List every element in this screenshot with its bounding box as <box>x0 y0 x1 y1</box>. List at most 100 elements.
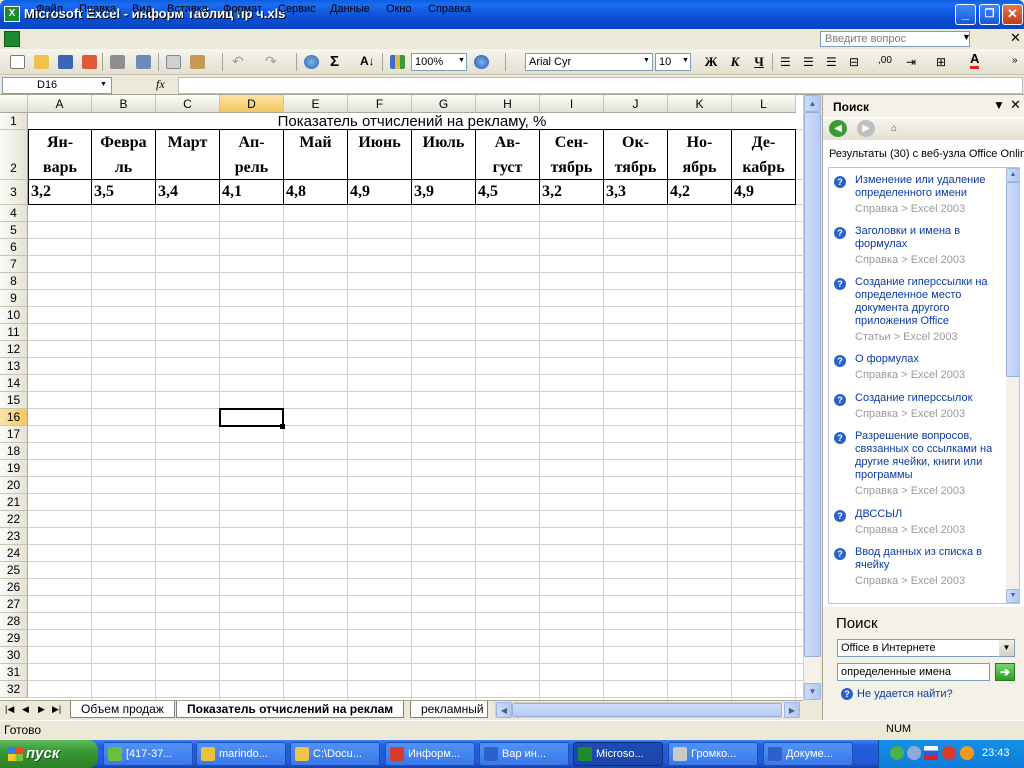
scroll-right-icon[interactable]: ▶ <box>784 702 800 718</box>
result-title[interactable]: Изменение или удаление определенного име… <box>855 174 1005 200</box>
select-all-corner[interactable] <box>0 95 28 113</box>
pane-menu-icon[interactable]: ▼ <box>993 98 1005 112</box>
search-go-button[interactable]: ➔ <box>995 663 1015 681</box>
font-dropdown-icon[interactable]: ▼ <box>643 57 650 64</box>
results-scroll-up-icon[interactable]: ▲ <box>1006 168 1019 182</box>
result-title[interactable]: ДВССЫЛ <box>855 508 1005 521</box>
prev-sheet-icon[interactable]: ◀ <box>22 704 29 715</box>
scroll-thumb[interactable] <box>804 112 821 657</box>
fill-handle[interactable] <box>280 424 285 429</box>
underline-button[interactable]: Ч <box>750 54 768 70</box>
column-header-h[interactable]: H <box>476 95 540 113</box>
tray-antivirus-icon[interactable] <box>942 746 956 760</box>
row-header-13[interactable]: 13 <box>0 358 28 375</box>
tray-language-icon[interactable] <box>907 746 921 760</box>
row-header-3[interactable]: 3 <box>0 180 28 205</box>
scroll-down-icon[interactable]: ▼ <box>804 683 821 700</box>
row-header-29[interactable]: 29 <box>0 630 28 647</box>
row-header-23[interactable]: 23 <box>0 528 28 545</box>
column-header-d[interactable]: D <box>220 95 284 113</box>
scroll-up-icon[interactable]: ▲ <box>804 95 821 112</box>
menu-item-8[interactable]: Окно <box>383 2 415 16</box>
spreadsheet-grid[interactable]: A B C D E F G H I J K L 1 2 3 4 5 6 7 8 9 10 11 12 13 14 15 16 17 18 1… <box>0 95 803 700</box>
row-header-11[interactable]: 11 <box>0 324 28 341</box>
horizontal-scrollbar[interactable]: ◀ ▶ <box>495 702 800 718</box>
row-header-24[interactable]: 24 <box>0 545 28 562</box>
row-header-8[interactable]: 8 <box>0 273 28 290</box>
row-header-15[interactable]: 15 <box>0 392 28 409</box>
row-header-19[interactable]: 19 <box>0 460 28 477</box>
row-header-22[interactable]: 22 <box>0 511 28 528</box>
column-header-j[interactable]: J <box>604 95 668 113</box>
taskbar-item[interactable]: [417-37... <box>103 742 193 766</box>
tray-arrows-icon[interactable] <box>890 746 904 760</box>
row-header-27[interactable]: 27 <box>0 596 28 613</box>
row-header-1[interactable]: 1 <box>0 113 28 130</box>
row-header-5[interactable]: 5 <box>0 222 28 239</box>
results-scroll-thumb[interactable] <box>1006 182 1019 377</box>
workbook-icon[interactable] <box>4 31 20 47</box>
result-title[interactable]: Заголовки и имена в формулах <box>855 225 1005 251</box>
row-header-14[interactable]: 14 <box>0 375 28 392</box>
taskbar-item[interactable]: C:\Docu... <box>290 742 380 766</box>
align-left-icon[interactable]: ☰ <box>780 55 791 69</box>
row-header-2[interactable]: 2 <box>0 130 28 180</box>
permission-icon[interactable] <box>82 55 97 69</box>
search-scope-select[interactable]: Office в Интернете <box>837 639 1015 657</box>
italic-button[interactable]: К <box>726 54 744 70</box>
next-sheet-icon[interactable]: ▶ <box>38 704 45 715</box>
home-icon[interactable]: ⌂ <box>885 120 903 137</box>
tray-flag-icon[interactable] <box>924 746 938 760</box>
name-box-dropdown-icon[interactable]: ▼ <box>100 81 107 88</box>
row-header-12[interactable]: 12 <box>0 341 28 358</box>
save-icon[interactable] <box>58 55 73 69</box>
column-header-e[interactable]: E <box>284 95 348 113</box>
close-button[interactable]: ✕ <box>1002 4 1023 25</box>
taskbar-item[interactable]: Microso... <box>573 742 663 766</box>
column-header-f[interactable]: F <box>348 95 412 113</box>
indent-icon[interactable]: ⇥ <box>906 55 916 69</box>
cant-find-link[interactable]: Не удается найти? <box>857 688 953 700</box>
sort-ascending-icon[interactable]: A↓ <box>360 54 375 68</box>
menu-item-4[interactable]: Вставка <box>164 2 211 16</box>
open-icon[interactable] <box>34 55 49 69</box>
menu-item-1[interactable]: Файл <box>33 2 66 16</box>
taskbar-item[interactable]: Информ... <box>385 742 475 766</box>
sheet-tab[interactable]: Объем продаж <box>70 701 175 718</box>
new-icon[interactable] <box>10 55 25 69</box>
pane-close-icon[interactable]: ✕ <box>1010 97 1021 113</box>
column-header-g[interactable]: G <box>412 95 476 113</box>
excel-app-icon[interactable]: X <box>4 6 20 22</box>
zoom-dropdown-icon[interactable]: ▼ <box>458 57 465 64</box>
align-right-icon[interactable]: ☰ <box>826 55 837 69</box>
align-center-icon[interactable]: ☰ <box>803 55 814 69</box>
font-color-icon[interactable]: A <box>970 52 980 69</box>
row-header-21[interactable]: 21 <box>0 494 28 511</box>
menu-item-5[interactable]: Формат <box>220 2 265 16</box>
row-header-18[interactable]: 18 <box>0 443 28 460</box>
column-header-k[interactable]: K <box>668 95 732 113</box>
taskbar-item[interactable]: marindo... <box>196 742 286 766</box>
bold-button[interactable]: Ж <box>702 54 720 70</box>
results-scrollbar[interactable]: ▲ ▼ <box>1006 168 1019 603</box>
row-header-25[interactable]: 25 <box>0 562 28 579</box>
column-header-i[interactable]: I <box>540 95 604 113</box>
selected-cell[interactable] <box>219 408 284 427</box>
insert-function-icon[interactable]: fx <box>156 77 165 92</box>
forward-icon[interactable]: ▶ <box>857 120 875 137</box>
row-header-10[interactable]: 10 <box>0 307 28 324</box>
row-header-9[interactable]: 9 <box>0 290 28 307</box>
menu-item-2[interactable]: Правка <box>76 2 119 16</box>
copy-icon[interactable] <box>166 55 181 69</box>
result-title[interactable]: О формулах <box>855 353 1005 366</box>
results-scroll-down-icon[interactable]: ▼ <box>1006 589 1019 603</box>
scroll-left-icon[interactable]: ◀ <box>496 702 512 718</box>
vertical-scrollbar[interactable]: ▲ ▼ <box>803 95 821 700</box>
menu-item-7[interactable]: Данные <box>327 2 373 16</box>
row-header-31[interactable]: 31 <box>0 664 28 681</box>
minimize-button[interactable]: _ <box>955 4 976 25</box>
result-title[interactable]: Создание гиперссылок <box>855 392 1005 405</box>
toolbar-options-icon[interactable]: » <box>1012 55 1018 66</box>
row-header-6[interactable]: 6 <box>0 239 28 256</box>
name-box[interactable]: D16 <box>2 77 112 94</box>
